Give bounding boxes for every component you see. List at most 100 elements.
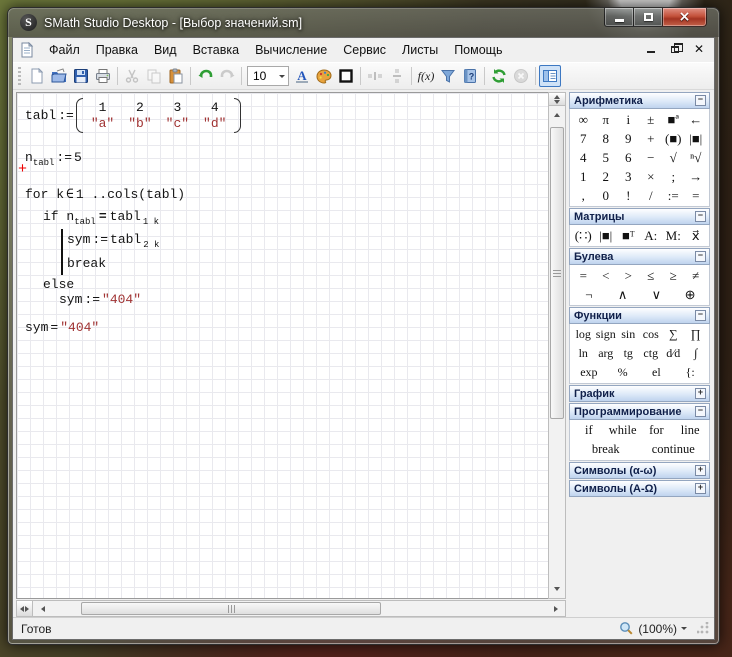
palette-header-functions[interactable]: Функции− (569, 307, 710, 324)
color-palette-button[interactable] (313, 65, 335, 87)
insert-function-button[interactable]: f(x) (415, 65, 437, 87)
palette-button[interactable]: ¬ (572, 285, 606, 304)
palette-button[interactable]: + (640, 129, 663, 148)
palette-button[interactable]: ■ᵀ (617, 226, 640, 245)
zoom-level[interactable]: (100%) (638, 622, 677, 636)
expand-icon[interactable]: + (695, 483, 706, 494)
paste-button[interactable] (165, 65, 187, 87)
palette-button[interactable]: 9 (617, 129, 640, 148)
palette-button[interactable]: % (606, 363, 640, 382)
menu-item[interactable]: Листы (394, 40, 446, 60)
expr-result-line[interactable]: sym="404" (25, 320, 99, 335)
expr-else-assign-line[interactable]: sym:="404" (59, 292, 141, 307)
palette-button[interactable]: ∑ (662, 325, 685, 344)
menu-item[interactable]: Вычисление (247, 40, 335, 60)
palette-button[interactable]: x⃗ (685, 226, 708, 245)
palette-button[interactable]: > (617, 266, 640, 285)
palette-header-arithmetic[interactable]: Арифметика− (569, 92, 710, 109)
save-button[interactable] (70, 65, 92, 87)
palette-button[interactable]: |■| (595, 226, 618, 245)
palette-button[interactable]: break (572, 440, 640, 459)
palette-button[interactable]: ; (662, 167, 685, 186)
palette-header-symbols-upper[interactable]: Символы (A-Ω)+ (569, 480, 710, 497)
stop-button[interactable] (510, 65, 532, 87)
reference-button[interactable]: ? (459, 65, 481, 87)
palette-button[interactable]: log (572, 325, 595, 344)
horizontal-scroll-thumb[interactable] (81, 602, 381, 615)
font-button[interactable]: A (291, 65, 313, 87)
zoom-dropdown-icon[interactable] (681, 627, 687, 633)
align-horizontal-button[interactable] (364, 65, 386, 87)
palette-button[interactable]: M: (662, 226, 685, 245)
vertical-scroll-thumb[interactable] (550, 127, 564, 419)
border-button[interactable] (335, 65, 357, 87)
undo-button[interactable] (194, 65, 216, 87)
palette-button[interactable]: 8 (595, 129, 618, 148)
palette-button[interactable]: 6 (617, 148, 640, 167)
palette-button[interactable]: ← (685, 110, 708, 129)
scroll-right-button[interactable] (549, 601, 565, 616)
palette-button[interactable]: := (662, 186, 685, 205)
palette-button[interactable]: 7 (572, 129, 595, 148)
menu-item[interactable]: Правка (88, 40, 146, 60)
split-handle[interactable] (549, 93, 565, 106)
menu-item[interactable]: Вид (146, 40, 185, 60)
palette-button[interactable]: ! (617, 186, 640, 205)
palette-button[interactable]: 0 (595, 186, 618, 205)
maximize-button[interactable] (633, 8, 662, 27)
palette-button[interactable]: ∨ (640, 285, 674, 304)
mdi-restore-button[interactable] (668, 41, 682, 55)
mdi-minimize-button[interactable] (644, 41, 658, 55)
toolbar-grip[interactable] (17, 67, 22, 85)
palette-button[interactable]: ■ª (662, 110, 685, 129)
vertical-scrollbar[interactable] (548, 92, 566, 599)
expr-if-line[interactable]: if ntabl=tabl1 k (43, 209, 159, 224)
palette-button[interactable]: , (572, 186, 595, 205)
palette-button[interactable]: arg (595, 344, 618, 363)
palette-button[interactable]: / (640, 186, 663, 205)
palette-button[interactable]: = (572, 266, 595, 285)
mdi-close-button[interactable]: ✕ (692, 41, 706, 55)
horizontal-scrollbar[interactable] (16, 600, 566, 617)
palette-button[interactable]: 3 (617, 167, 640, 186)
close-button[interactable]: × (662, 8, 707, 27)
palette-button[interactable]: = (685, 186, 708, 205)
palette-header-boolean[interactable]: Булева− (569, 248, 710, 265)
expr-assign-line[interactable]: sym:=tabl2 k (67, 232, 159, 247)
scroll-up-button[interactable] (549, 106, 565, 121)
vertical-scroll-track[interactable] (549, 121, 565, 583)
new-button[interactable] (26, 65, 48, 87)
palette-button[interactable]: 5 (595, 148, 618, 167)
collapse-icon[interactable]: − (695, 251, 706, 262)
palette-button[interactable]: ctg (640, 344, 663, 363)
palette-button[interactable]: while (606, 421, 640, 440)
minimize-button[interactable] (604, 8, 633, 27)
palette-button[interactable]: line (673, 421, 707, 440)
cut-button[interactable] (121, 65, 143, 87)
palette-button[interactable]: ∞ (572, 110, 595, 129)
menu-item[interactable]: Файл (41, 40, 88, 60)
collapse-icon[interactable]: − (695, 211, 706, 222)
align-vertical-button[interactable] (386, 65, 408, 87)
palette-button[interactable]: × (640, 167, 663, 186)
recalculate-button[interactable] (488, 65, 510, 87)
copy-button[interactable] (143, 65, 165, 87)
redo-button[interactable] (216, 65, 238, 87)
palette-button[interactable]: ⊕ (673, 285, 707, 304)
palette-header-plot[interactable]: График+ (569, 385, 710, 402)
font-size-select[interactable]: 10 (247, 66, 289, 86)
palette-button[interactable]: → (685, 167, 708, 186)
palette-header-matrices[interactable]: Матрицы− (569, 208, 710, 225)
palette-button[interactable]: 4 (572, 148, 595, 167)
palette-button[interactable]: sign (595, 325, 618, 344)
horizontal-scroll-track[interactable] (49, 601, 549, 616)
palette-button[interactable]: tg (617, 344, 640, 363)
expand-icon[interactable]: + (695, 388, 706, 399)
scroll-left-button[interactable] (33, 601, 49, 616)
palette-button[interactable]: ≠ (685, 266, 708, 285)
expr-matrix-definition[interactable]: tabl:=1234"a""b""c""d" (25, 98, 241, 133)
worksheet-canvas[interactable]: tabl:=1234"a""b""c""d" ntabl:=5 + for k∈… (16, 92, 548, 599)
palette-button[interactable]: 2 (595, 167, 618, 186)
split-handle-horizontal[interactable] (17, 601, 33, 616)
palette-button[interactable]: π (595, 110, 618, 129)
